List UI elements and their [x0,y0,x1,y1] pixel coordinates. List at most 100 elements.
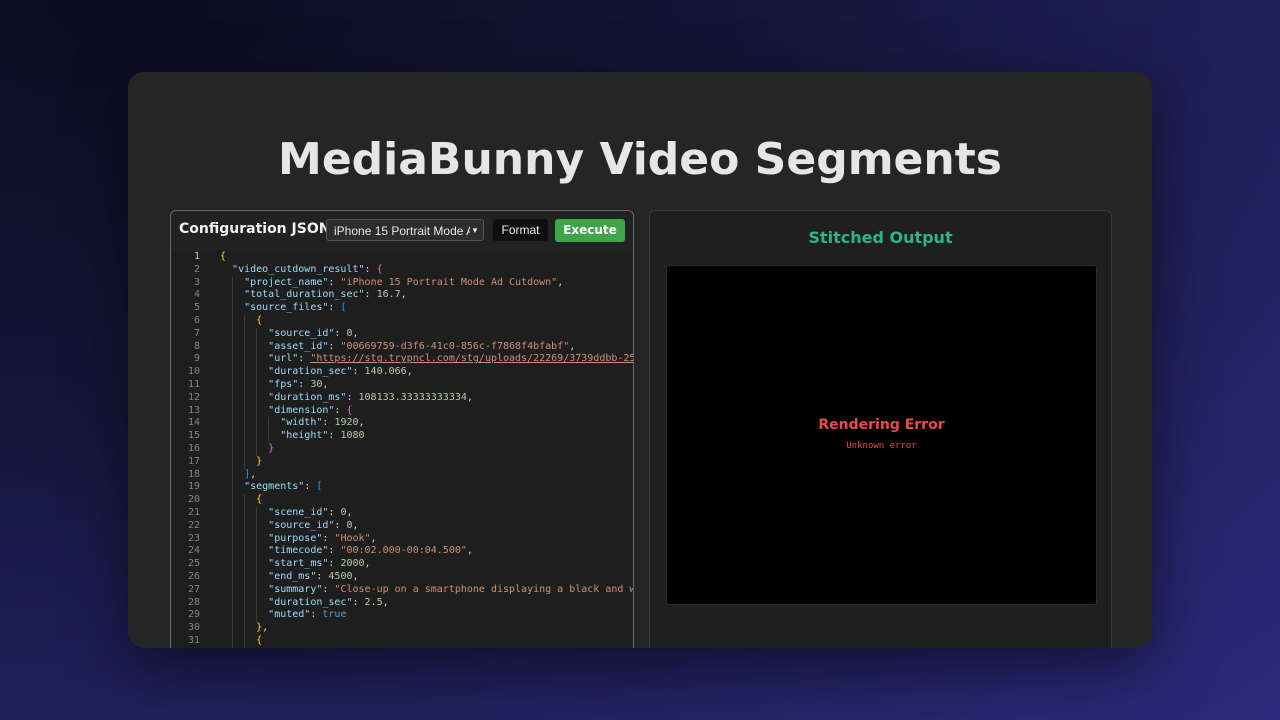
code-text: "end_ms": 4500, [268,570,359,582]
code-line: 30 }, [171,622,633,635]
stitched-output-panel: Stitched Output Rendering Error Unknown … [649,210,1112,648]
app-card: MediaBunny Video Segments Configuration … [128,72,1152,648]
code-line: 31 { [171,634,633,648]
code-line: 20 { [171,494,633,507]
code-line: 7 "source_id": 0, [171,327,633,341]
code-line: 24 "timecode": "00:02.000-00:04.500", [171,545,633,559]
error-message: Unknown error [846,441,917,451]
code-line: 10 "duration_sec": 140.066, [171,366,633,379]
code-line: 11 "fps": 30, [171,378,633,392]
line-number: 5 [193,302,200,314]
code-line: 15 "height": 1080 [171,430,633,443]
code-text: ], [244,468,257,480]
line-number: 17 [187,455,200,467]
line-number: 16 [187,442,200,454]
code-text: "total_duration_sec": 16.7, [244,289,407,301]
code-text: { [256,314,263,326]
code-line: 8 "asset_id": "00669759-d3f6-41c0-856c-f… [171,340,633,354]
line-number: 3 [193,276,200,288]
code-line: 1{ [171,251,633,264]
line-number: 24 [187,545,200,557]
preset-select-value: iPhone 15 Portrait Mode Ad Cutdown [334,224,483,238]
code-text: { [220,251,227,262]
code-line: 14 "width": 1920, [171,417,633,431]
line-number: 27 [187,583,200,595]
line-number: 10 [187,366,200,378]
code-text: { [256,494,263,506]
code-line: 25 "start_ms": 2000, [171,558,633,571]
code-line: 6 { [171,314,633,328]
code-line: 12 "duration_ms": 108133.33333333334, [171,391,633,405]
line-number: 2 [193,263,200,275]
code-text: } [268,442,275,454]
line-number: 25 [187,558,200,570]
code-text: "scene_id": 0, [268,506,353,518]
preset-select[interactable]: iPhone 15 Portrait Mode Ad Cutdown ▼ [326,219,484,241]
line-number: 26 [187,570,200,582]
editor-label: Configuration JSON [179,221,331,237]
line-number: 28 [187,596,200,608]
code-line: 19 "segments": [ [171,481,633,495]
line-number: 29 [187,609,200,621]
line-number: 8 [193,340,200,352]
json-code-editor[interactable]: 1{2 "video_cutdown_result": {3 "project_… [171,251,633,648]
code-text: "muted": true [268,609,347,621]
line-number: 6 [193,314,200,326]
code-text: "source_id": 0, [268,327,359,339]
code-line: 13 "dimension": { [171,404,633,418]
code-text: "source_id": 0, [268,519,359,531]
line-number: 31 [187,634,200,646]
code-line: 2 "video_cutdown_result": { [171,264,633,277]
line-number: 13 [187,404,200,416]
line-number: 23 [187,532,200,544]
code-line: 4 "total_duration_sec": 16.7, [171,289,633,303]
code-line: 17 } [171,455,633,469]
line-number: 22 [187,519,200,531]
code-text: "url": "https://stg.trypncl.com/stg/uplo… [268,353,633,365]
config-editor-panel: Configuration JSON iPhone 15 Portrait Mo… [170,210,634,648]
code-line: 23 "purpose": "Hook", [171,532,633,546]
code-text: "asset_id": "00669759-d3f6-41c0-856c-f78… [268,340,576,352]
line-number: 19 [187,481,200,493]
code-text: "height": 1080 [280,430,365,442]
line-number: 7 [193,327,200,339]
chevron-down-icon: ▼ [470,220,480,240]
editor-toolbar: Configuration JSON iPhone 15 Portrait Mo… [171,211,633,251]
code-text: "video_cutdown_result": { [232,263,383,275]
code-line: 27 "summary": "Close-up on a smartphone … [171,583,633,597]
output-title: Stitched Output [808,228,953,247]
format-button[interactable]: Format [493,219,548,241]
line-number: 30 [187,622,200,634]
line-number: 12 [187,391,200,403]
code-text: }, [256,622,269,634]
video-preview[interactable]: Rendering Error Unknown error [666,265,1097,605]
code-text: "duration_ms": 108133.33333333334, [268,391,473,403]
line-number: 20 [187,494,200,506]
code-text: "duration_sec": 2.5, [268,596,389,608]
execute-button[interactable]: Execute [555,219,625,242]
line-number: 14 [187,417,200,429]
line-number: 4 [193,289,200,301]
line-number: 9 [193,353,200,365]
line-number: 15 [187,430,200,442]
error-title: Rendering Error [818,417,945,433]
code-text: "timecode": "00:02.000-00:04.500", [268,545,473,557]
code-line: 9 "url": "https://stg.trypncl.com/stg/up… [171,353,633,367]
code-line: 16 } [171,442,633,456]
code-line: 21 "scene_id": 0, [171,506,633,520]
code-line: 22 "source_id": 0, [171,519,633,533]
code-text: "width": 1920, [280,417,365,429]
code-text: "duration_sec": 140.066, [268,366,413,378]
code-text: { [256,634,263,646]
code-text: "summary": "Close-up on a smartphone dis… [268,583,633,595]
line-number: 18 [187,468,200,480]
code-line: 28 "duration_sec": 2.5, [171,596,633,610]
code-text: "start_ms": 2000, [268,558,371,570]
code-text: "source_files": [ [244,302,347,314]
code-line: 29 "muted": true [171,609,633,623]
code-text: } [256,455,263,467]
code-text: "dimension": { [268,404,353,416]
line-number: 11 [187,378,200,390]
code-line: 3 "project_name": "iPhone 15 Portrait Mo… [171,276,633,290]
line-number: 1 [193,251,200,262]
